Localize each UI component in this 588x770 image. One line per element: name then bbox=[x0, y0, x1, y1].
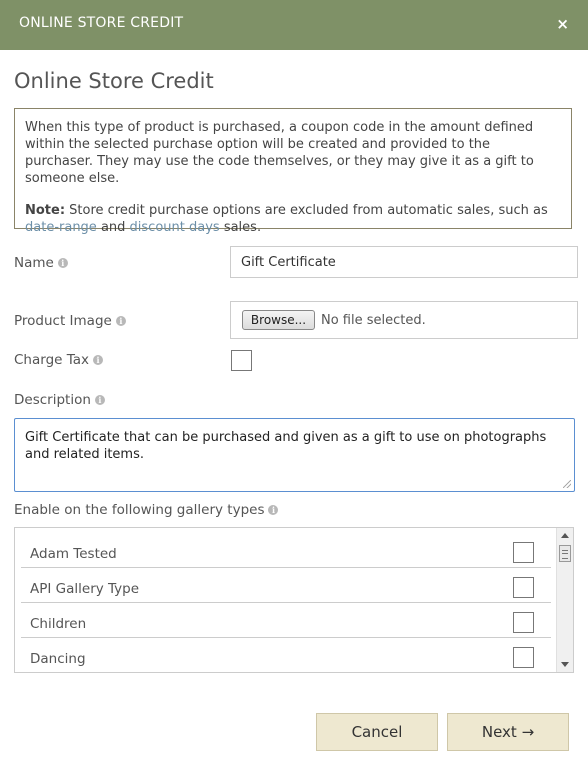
note-text: Store credit purchase options are exclud… bbox=[65, 203, 548, 218]
description-label-text: Description bbox=[14, 392, 91, 408]
dialog-titlebar: ONLINE STORE CREDIT × bbox=[0, 0, 588, 50]
info-box: When this type of product is purchased, … bbox=[14, 108, 572, 235]
date-range-link[interactable]: date-range bbox=[25, 220, 97, 235]
gallery-types-label-text: Enable on the following gallery types bbox=[14, 502, 265, 518]
list-item: Children bbox=[21, 603, 551, 638]
note-end: sales. bbox=[219, 220, 262, 235]
cancel-button[interactable]: Cancel bbox=[316, 713, 438, 751]
product-image-label: Product Image i bbox=[14, 313, 126, 329]
list-item: Adam Tested bbox=[21, 533, 551, 568]
info-icon[interactable]: i bbox=[115, 316, 126, 326]
name-label: Name i bbox=[14, 255, 68, 271]
note-and: and bbox=[96, 220, 130, 235]
scroll-thumb[interactable] bbox=[559, 545, 571, 562]
no-file-text: No file selected. bbox=[321, 313, 426, 328]
page-title: Online Store Credit bbox=[14, 69, 214, 93]
close-icon[interactable]: × bbox=[556, 14, 569, 34]
list-item: API Gallery Type bbox=[21, 568, 551, 603]
gallery-type-label: Dancing bbox=[30, 651, 86, 667]
name-label-text: Name bbox=[14, 255, 54, 271]
gallery-type-label: Children bbox=[30, 616, 87, 632]
discount-days-link[interactable]: discount days bbox=[130, 220, 220, 235]
charge-tax-checkbox[interactable] bbox=[231, 350, 252, 371]
name-input[interactable] bbox=[230, 246, 578, 278]
description-textarea[interactable]: Gift Certificate that can be purchased a… bbox=[14, 418, 575, 492]
gallery-type-checkbox[interactable] bbox=[513, 647, 534, 668]
charge-tax-label-text: Charge Tax bbox=[14, 352, 90, 368]
description-text: Gift Certificate that can be purchased a… bbox=[25, 430, 547, 462]
gallery-type-checkbox[interactable] bbox=[513, 542, 534, 563]
info-note: Note: Store credit purchase options are … bbox=[25, 202, 561, 236]
info-paragraph: When this type of product is purchased, … bbox=[25, 120, 534, 186]
note-label: Note: bbox=[25, 203, 66, 218]
list-item: Dancing bbox=[21, 638, 551, 672]
info-icon[interactable]: i bbox=[93, 355, 104, 365]
info-icon[interactable]: i bbox=[268, 505, 279, 515]
product-image-label-text: Product Image bbox=[14, 313, 112, 329]
info-icon[interactable]: i bbox=[57, 258, 68, 268]
file-upload: Browse... No file selected. bbox=[230, 301, 578, 339]
description-label: Description i bbox=[14, 392, 105, 408]
scroll-down-icon[interactable] bbox=[561, 662, 569, 667]
gallery-types-label: Enable on the following gallery types i bbox=[14, 502, 279, 518]
next-button[interactable]: Next → bbox=[447, 713, 569, 751]
gallery-type-checkbox[interactable] bbox=[513, 612, 534, 633]
scroll-up-icon[interactable] bbox=[561, 533, 569, 538]
info-icon[interactable]: i bbox=[94, 395, 105, 405]
list-scrollbar[interactable] bbox=[556, 528, 573, 672]
charge-tax-label: Charge Tax i bbox=[14, 352, 104, 368]
dialog-title: ONLINE STORE CREDIT bbox=[19, 15, 184, 31]
gallery-types-list: Adam Tested API Gallery Type Children Da… bbox=[14, 527, 574, 673]
gallery-type-label: API Gallery Type bbox=[30, 581, 140, 597]
gallery-type-label: Adam Tested bbox=[30, 546, 117, 562]
browse-button[interactable]: Browse... bbox=[242, 310, 315, 330]
gallery-type-checkbox[interactable] bbox=[513, 577, 534, 598]
resize-grip-icon[interactable] bbox=[563, 480, 571, 488]
